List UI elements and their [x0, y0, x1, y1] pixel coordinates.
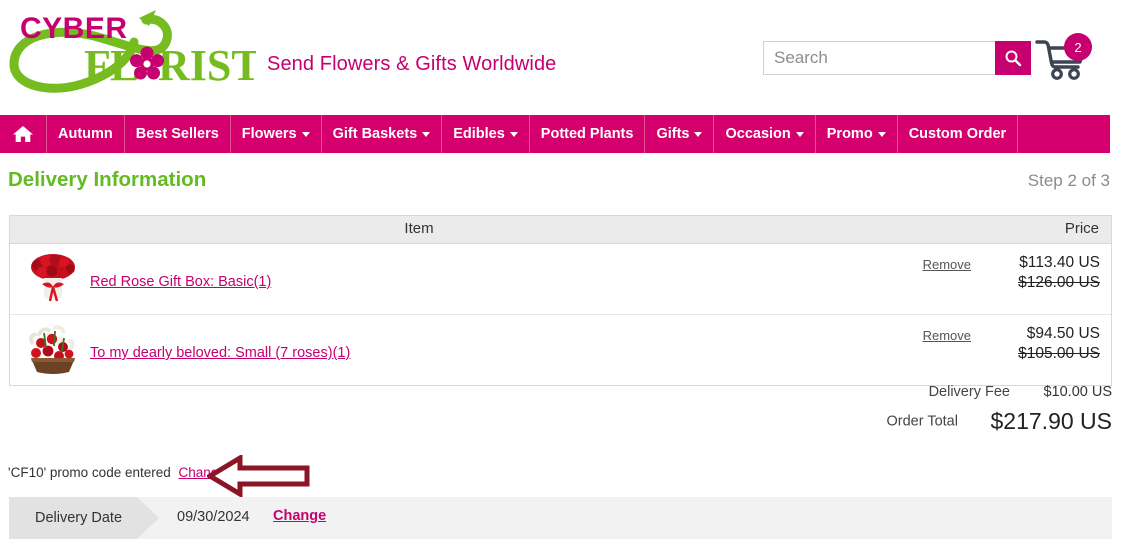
page-header: Delivery Information Step 2 of 3 — [0, 168, 1110, 204]
table-row: To my dearly beloved: Small (7 roses)(1)… — [10, 315, 1111, 385]
order-items-table: Item Price Red Rose Gift Box: Basic(1) R… — [9, 215, 1112, 386]
chevron-down-icon — [422, 131, 431, 137]
home-icon — [13, 126, 33, 142]
delivery-fee-row: Delivery Fee $10.00 US — [712, 384, 1112, 400]
item-price: $113.40 US — [1019, 254, 1100, 271]
nav-label: Potted Plants — [540, 126, 634, 142]
nav-item-home[interactable] — [0, 115, 47, 153]
order-total-label: Order Total — [886, 413, 958, 430]
step-indicator: Step 2 of 3 — [1027, 171, 1110, 190]
remove-item-link[interactable]: Remove — [923, 328, 971, 343]
chevron-down-icon — [877, 131, 886, 137]
nav-item-potted-plants[interactable]: Potted Plants — [530, 115, 646, 153]
table-header-row: Item Price — [10, 216, 1111, 244]
item-price-original: $126.00 US — [1018, 274, 1100, 291]
nav-label: Gifts — [656, 126, 690, 142]
order-totals: Delivery Fee $10.00 US Order Total $217.… — [712, 384, 1113, 435]
product-link[interactable]: Red Rose Gift Box: Basic(1) — [90, 274, 271, 290]
delivery-fee-label: Delivery Fee — [928, 384, 1010, 400]
site-header: CYBER F L RIST Send Flowers & Gifts Worl… — [0, 0, 1130, 112]
item-price: $94.50 US — [1026, 325, 1100, 342]
nav-item-gift-baskets[interactable]: Gift Baskets — [322, 115, 443, 153]
site-logo[interactable]: CYBER F L RIST — [6, 2, 256, 94]
nav-label: Gift Baskets — [332, 126, 418, 142]
delivery-fee-value: $10.00 US — [1043, 384, 1112, 400]
cart-button[interactable]: 2 — [1034, 33, 1098, 81]
main-navigation: Autumn Best Sellers Flowers Gift Baskets… — [0, 115, 1110, 153]
svg-text:RIST: RIST — [158, 41, 256, 90]
search-input[interactable] — [763, 41, 995, 75]
promo-change-link[interactable]: Change — [179, 465, 226, 480]
search-button[interactable] — [995, 41, 1031, 75]
logo-graphic: CYBER F L RIST — [9, 10, 256, 93]
chevron-down-icon — [301, 131, 310, 137]
nav-label: Occasion — [725, 126, 791, 142]
nav-item-autumn[interactable]: Autumn — [47, 115, 125, 153]
nav-item-promo[interactable]: Promo — [816, 115, 898, 153]
delivery-date-label: Delivery Date — [35, 510, 123, 526]
delivery-date-tag: Delivery Date — [9, 497, 159, 539]
column-header-item: Item — [404, 220, 434, 237]
order-total-value: $217.90 US — [990, 408, 1112, 434]
nav-item-edibles[interactable]: Edibles — [442, 115, 530, 153]
delivery-date-change-link[interactable]: Change — [273, 508, 326, 524]
item-price-original: $105.00 US — [1018, 345, 1100, 362]
nav-item-flowers[interactable]: Flowers — [231, 115, 322, 153]
chevron-down-icon — [509, 131, 518, 137]
delivery-date-value: 09/30/2024 — [177, 509, 250, 525]
nav-label: Best Sellers — [135, 126, 219, 142]
promo-code-text: 'CF10' promo code entered — [8, 465, 171, 480]
nav-label: Autumn — [58, 126, 113, 142]
product-link[interactable]: To my dearly beloved: Small (7 roses)(1) — [90, 345, 350, 361]
nav-label: Promo — [826, 126, 873, 142]
remove-item-link[interactable]: Remove — [923, 257, 971, 272]
nav-item-occasion[interactable]: Occasion — [714, 115, 816, 153]
table-row: Red Rose Gift Box: Basic(1) Remove $113.… — [10, 244, 1111, 315]
order-total-row: Order Total $217.90 US — [712, 408, 1113, 435]
product-thumbnail[interactable] — [24, 322, 82, 378]
product-thumbnail[interactable] — [24, 251, 82, 307]
nav-label: Custom Order — [908, 126, 1007, 142]
column-header-price: Price — [1064, 220, 1099, 237]
delivery-date-bar: Delivery Date 09/30/2024 Change — [9, 497, 1112, 539]
search-icon — [1005, 50, 1022, 67]
promo-code-row: 'CF10' promo code entered Change — [8, 465, 226, 480]
search-bar — [763, 41, 1031, 77]
nav-label: Flowers — [241, 126, 297, 142]
page-title: Delivery Information — [8, 168, 207, 191]
svg-text:F: F — [84, 41, 111, 90]
nav-item-custom-order[interactable]: Custom Order — [898, 115, 1019, 153]
chevron-down-icon — [694, 131, 703, 137]
site-tagline: Send Flowers & Gifts Worldwide — [267, 53, 557, 75]
nav-label: Edibles — [453, 126, 505, 142]
nav-item-gifts[interactable]: Gifts — [645, 115, 715, 153]
nav-item-best-sellers[interactable]: Best Sellers — [125, 115, 231, 153]
chevron-down-icon — [795, 131, 804, 137]
cart-count-badge: 2 — [1064, 33, 1092, 61]
